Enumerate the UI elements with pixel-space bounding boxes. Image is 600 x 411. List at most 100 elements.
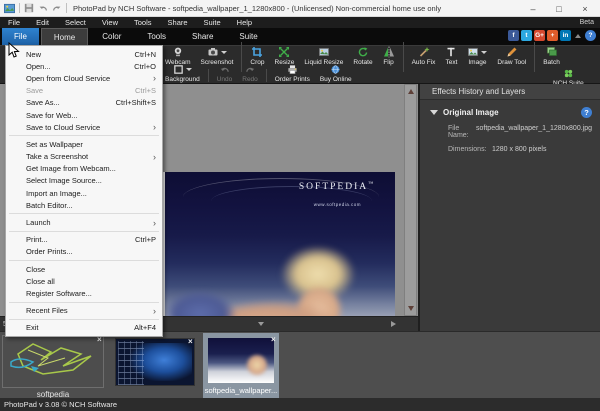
close-thumbnail-icon[interactable]: × (97, 336, 102, 344)
window-title: PhotoPad by NCH Software - softpedia_wal… (73, 4, 441, 13)
facebook-icon[interactable]: f (508, 30, 519, 41)
menu-select[interactable]: Select (57, 18, 94, 27)
menu-help[interactable]: Help (229, 18, 260, 27)
menu-item-save[interactable]: SaveCtrl+S (6, 85, 162, 97)
undo-icon[interactable] (38, 3, 48, 13)
share-icon[interactable]: + (547, 30, 558, 41)
draw-tool-button[interactable]: Draw Tool (492, 45, 531, 67)
nch-suite-icon (563, 68, 574, 79)
menu-item-save-for-web[interactable]: Save for Web... (6, 109, 162, 121)
menu-item-open[interactable]: Open...Ctrl+O (6, 60, 162, 72)
thumbnail-label: softpedia_wallpaper... (203, 386, 279, 395)
beta-badge: Beta (580, 19, 594, 26)
collapse-section-icon[interactable] (430, 110, 438, 115)
menu-item-get-image-from-webcam[interactable]: Get Image from Webcam... (6, 163, 162, 175)
submenu-arrow-icon: › (153, 152, 156, 162)
batch-button[interactable]: Batch (538, 45, 565, 67)
tab-suite[interactable]: Suite (227, 28, 269, 45)
tab-home[interactable]: Home (41, 28, 88, 45)
menu-item-save-as[interactable]: Save As...Ctrl+Shift+S (6, 97, 162, 109)
menu-edit[interactable]: Edit (28, 18, 57, 27)
save-icon[interactable] (24, 3, 34, 13)
menu-item-save-to-cloud[interactable]: Save to Cloud Service› (6, 121, 162, 133)
redo-icon (245, 64, 256, 75)
menu-separator (9, 260, 159, 261)
tab-color[interactable]: Color (90, 28, 133, 45)
background-button[interactable]: Background (160, 63, 205, 84)
scroll-down-icon[interactable] (408, 306, 414, 311)
rotate-icon (357, 46, 369, 58)
menu-item-recent-files[interactable]: Recent Files› (6, 305, 162, 317)
menu-tools[interactable]: Tools (126, 18, 160, 27)
thumbnail-strip: × softpedia × softpedia_wallpaper... × (0, 331, 600, 398)
tab-tools[interactable]: Tools (135, 28, 178, 45)
redo-icon[interactable] (52, 3, 62, 13)
menu-item-launch[interactable]: Launch› (6, 216, 162, 228)
undo-button[interactable]: Undo (212, 63, 238, 84)
buy-online-button[interactable]: Buy Online (315, 63, 357, 84)
help-icon[interactable]: ? (585, 30, 596, 41)
menu-item-take-screenshot[interactable]: Take a Screenshot› (6, 151, 162, 163)
googleplus-icon[interactable]: G+ (534, 30, 545, 41)
image-button[interactable]: Image (462, 45, 492, 67)
scrollbar-thumb-notch[interactable] (258, 322, 264, 326)
order-prints-button[interactable]: Order Prints (270, 63, 315, 84)
twitter-icon[interactable]: t (521, 30, 532, 41)
collapse-toolbar-icon[interactable] (575, 34, 581, 38)
redo-button[interactable]: Redo (237, 63, 263, 84)
batch-icon (546, 46, 558, 58)
app-icon (4, 3, 15, 14)
close-thumbnail-icon[interactable]: × (271, 336, 276, 344)
section-help-icon[interactable]: ? (581, 107, 592, 118)
vertical-scrollbar[interactable] (404, 84, 417, 316)
maximize-button[interactable]: □ (546, 0, 572, 17)
chevron-down-icon (221, 51, 227, 54)
thumbnail-wallpaper-selected[interactable]: softpedia_wallpaper... (203, 333, 279, 399)
menu-item-set-as-wallpaper[interactable]: Set as Wallpaper (6, 138, 162, 150)
liquid-resize-icon (318, 46, 330, 58)
divider (19, 3, 20, 13)
auto-fix-icon (418, 46, 430, 58)
menu-item-import-an-image[interactable]: Import an Image... (6, 187, 162, 199)
close-thumbnail-icon[interactable]: × (188, 338, 193, 346)
menu-item-close-all[interactable]: Close all (6, 275, 162, 287)
thumbnail-softpedia[interactable] (2, 335, 104, 388)
background-icon (173, 64, 184, 75)
submenu-arrow-icon: › (153, 306, 156, 316)
auto-fix-button[interactable]: Auto Fix (407, 45, 441, 67)
scroll-right-icon[interactable] (391, 321, 396, 327)
file-name-label: File Name: (448, 125, 476, 139)
softpedia-sketch (3, 336, 103, 387)
menu-share[interactable]: Share (160, 18, 196, 27)
mouse-cursor (8, 42, 20, 59)
flip-button[interactable]: Flip (378, 45, 400, 67)
scroll-up-icon[interactable] (408, 89, 414, 94)
photo-brand-text: SOFTPEDIA™ (299, 182, 373, 192)
file-name-value: softpedia_wallpaper_1_1280x800.jpg (476, 125, 592, 139)
thumbnail-windows-screenshot[interactable] (115, 338, 195, 386)
minimize-button[interactable]: – (520, 0, 546, 17)
text-button[interactable]: Text (440, 45, 462, 67)
desktop-icons-grid (118, 341, 144, 385)
menu-item-new[interactable]: NewCtrl+N (6, 48, 162, 60)
menu-item-print[interactable]: Print...Ctrl+P (6, 234, 162, 246)
tab-share[interactable]: Share (180, 28, 225, 45)
divider (266, 69, 267, 82)
menu-separator (9, 302, 159, 303)
menu-item-order-prints[interactable]: Order Prints... (6, 246, 162, 258)
menu-file[interactable]: File (0, 18, 28, 27)
menu-item-select-image-source[interactable]: Select Image Source... (6, 175, 162, 187)
linkedin-icon[interactable]: in (560, 30, 571, 41)
menu-item-batch-editor[interactable]: Batch Editor... (6, 199, 162, 211)
menu-item-register-software[interactable]: Register Software... (6, 287, 162, 299)
menu-view[interactable]: View (94, 18, 126, 27)
menu-separator (9, 319, 159, 320)
wallpaper-mini-figure (246, 354, 268, 376)
menu-item-exit[interactable]: ExitAlt+F4 (6, 322, 162, 334)
menu-item-open-from-cloud[interactable]: Open from Cloud Service› (6, 72, 162, 84)
chevron-down-icon (481, 51, 487, 54)
menu-suite[interactable]: Suite (196, 18, 229, 27)
image-icon (467, 46, 479, 58)
menu-item-close[interactable]: Close (6, 263, 162, 275)
close-button[interactable]: × (572, 0, 598, 17)
